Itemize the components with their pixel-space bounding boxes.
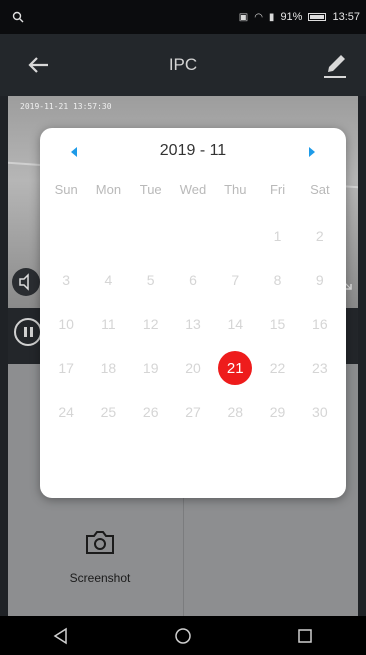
system-nav-bar: [0, 616, 366, 655]
weekday-label: Thu: [224, 182, 247, 197]
square-recents-icon: [298, 628, 312, 643]
calendar-day[interactable]: 8: [256, 258, 298, 302]
calendar-day[interactable]: 30: [299, 390, 341, 434]
calendar-empty-cell: [172, 214, 214, 258]
calendar-day[interactable]: 27: [172, 390, 214, 434]
calendar-empty-cell: [130, 214, 172, 258]
calendar-day[interactable]: 17: [45, 346, 87, 390]
weekday-label: Wed: [179, 182, 207, 197]
arrow-left-icon[interactable]: [22, 48, 56, 82]
app-screen: ▣ ◠ ▮ 91% 13:57 IPC 2019-11-21 13:57:30: [0, 0, 366, 655]
camera-icon: [86, 531, 114, 554]
nav-home-button[interactable]: [169, 622, 197, 650]
calendar-header: 2019 - 11: [40, 138, 346, 168]
volume-button[interactable]: [12, 268, 40, 296]
calendar-dialog: 2019 - 11 Sun Mon Tue Wed Thu Fri Sat 12…: [40, 128, 346, 498]
calendar-empty-cell: [87, 214, 129, 258]
battery-percent: 91%: [280, 11, 303, 23]
calendar-day[interactable]: 28: [214, 390, 256, 434]
calendar-empty-cell: [45, 214, 87, 258]
calendar-week-row: 12: [45, 214, 341, 258]
calendar-day[interactable]: 11: [87, 302, 129, 346]
app-bar: IPC: [0, 34, 366, 96]
weekday-label: Sat: [310, 182, 330, 197]
circle-home-icon: [175, 627, 191, 644]
signal-icon: ▮: [268, 11, 275, 23]
calendar-day[interactable]: 7: [214, 258, 256, 302]
calendar-day[interactable]: 16: [299, 302, 341, 346]
calendar-day[interactable]: 18: [87, 346, 129, 390]
calendar-grid: 1 2 3 4 5 6 7 8 9 10 11 12 13 14 15 16 17 18 19 20 21 22 23 24 2…: [45, 214, 341, 434]
selected-day-marker: 21: [218, 351, 253, 385]
video-timestamp: 2019-11-21 13:57:30: [20, 102, 112, 111]
calendar-day[interactable]: 20: [172, 346, 214, 390]
calendar-day[interactable]: 9: [299, 258, 341, 302]
wifi-icon: ◠: [254, 11, 263, 23]
speaker-icon: [19, 273, 29, 291]
calendar-day[interactable]: 2: [299, 214, 341, 258]
calendar-week-row: 10 11 12 13 14 15 16: [45, 302, 341, 346]
weekday-label: Tue: [139, 182, 162, 197]
triangle-back-icon: [53, 627, 67, 644]
calendar-day[interactable]: 12: [130, 302, 172, 346]
weekday-row: Sun Mon Tue Wed Thu Fri Sat: [45, 182, 341, 197]
triangle-right-icon[interactable]: [304, 144, 320, 160]
calendar-day[interactable]: 5: [130, 258, 172, 302]
pencil-icon[interactable]: [318, 48, 352, 82]
calendar-empty-cell: [214, 214, 256, 258]
pause-button[interactable]: [14, 318, 42, 346]
calendar-day[interactable]: 22: [256, 346, 298, 390]
calendar-week-row: 3456789: [45, 258, 341, 302]
weekday-label: Fri: [269, 182, 286, 197]
calendar-day[interactable]: 15: [256, 302, 298, 346]
weekday-label: Mon: [95, 182, 122, 197]
calendar-day[interactable]: 3: [45, 258, 87, 302]
calendar-day[interactable]: 25: [87, 390, 129, 434]
nav-back-button[interactable]: [47, 622, 75, 650]
status-indicators: ▣ ◠ ▮ 91% 13:57: [239, 11, 360, 23]
calendar-day[interactable]: 26: [130, 390, 172, 434]
calendar-day[interactable]: 10: [45, 302, 87, 346]
calendar-day[interactable]: 4: [87, 258, 129, 302]
weekday-label: Sun: [54, 182, 78, 197]
calendar-day[interactable]: 1: [256, 214, 298, 258]
calendar-day[interactable]: 6: [172, 258, 214, 302]
calendar-day[interactable]: 14: [214, 302, 256, 346]
calendar-day[interactable]: 19: [130, 346, 172, 390]
battery-icon: [308, 13, 327, 21]
calendar-day[interactable]: 21: [214, 346, 256, 390]
calendar-day[interactable]: 23: [299, 346, 341, 390]
nfc-icon: ▣: [238, 11, 249, 23]
calendar-week-row: 24 25 26 27 28 29 30: [45, 390, 341, 434]
status-bar: ▣ ◠ ▮ 91% 13:57: [0, 0, 366, 34]
calendar-day[interactable]: 24: [45, 390, 87, 434]
calendar-day[interactable]: 29: [256, 390, 298, 434]
search-icon: [12, 11, 24, 23]
calendar-day[interactable]: 13: [172, 302, 214, 346]
calendar-month-label: 2019 - 11: [159, 142, 227, 159]
status-time: 13:57: [332, 11, 360, 23]
nav-recents-button[interactable]: [291, 622, 319, 650]
calendar-week-row: 17 18 19 20 21 22 23: [45, 346, 341, 390]
screenshot-label: Screenshot: [69, 571, 131, 585]
